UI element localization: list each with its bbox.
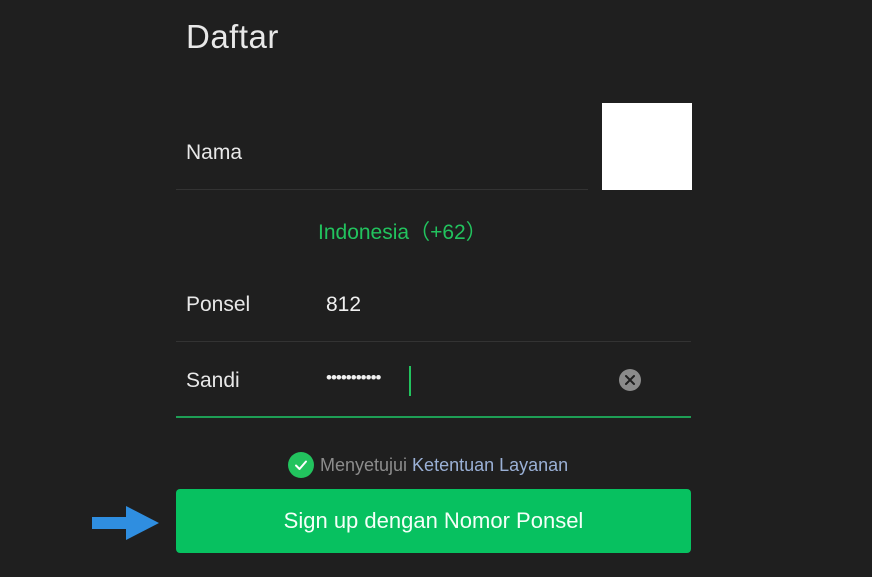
signup-button[interactable]: Sign up dengan Nomor Ponsel <box>176 489 691 553</box>
profile-photo-picker[interactable] <box>602 103 692 190</box>
phone-label: Ponsel <box>186 293 251 316</box>
text-caret <box>409 366 411 396</box>
password-focus-underline <box>176 416 691 418</box>
clear-icon[interactable] <box>619 369 641 391</box>
name-divider <box>176 189 588 190</box>
name-label: Nama <box>186 141 243 164</box>
password-input[interactable]: ••••••••••• <box>326 368 381 388</box>
terms-agreement: Menyetujui Ketentuan Layanan <box>288 452 568 478</box>
agreement-text: Menyetujui <box>320 454 408 475</box>
name-input[interactable] <box>318 130 588 180</box>
signup-page: Daftar Nama Indonesia（+62） Ponsel 812 Sa… <box>0 0 872 577</box>
phone-input[interactable]: 812 <box>326 293 361 317</box>
country-selector[interactable]: Indonesia（+62） <box>318 216 487 246</box>
terms-of-service-link[interactable]: Ketentuan Layanan <box>412 455 568 476</box>
phone-divider <box>176 341 691 342</box>
page-title: Daftar <box>186 18 279 55</box>
password-label: Sandi <box>186 369 240 392</box>
arrow-right-icon <box>92 506 159 540</box>
check-icon[interactable] <box>288 452 314 478</box>
